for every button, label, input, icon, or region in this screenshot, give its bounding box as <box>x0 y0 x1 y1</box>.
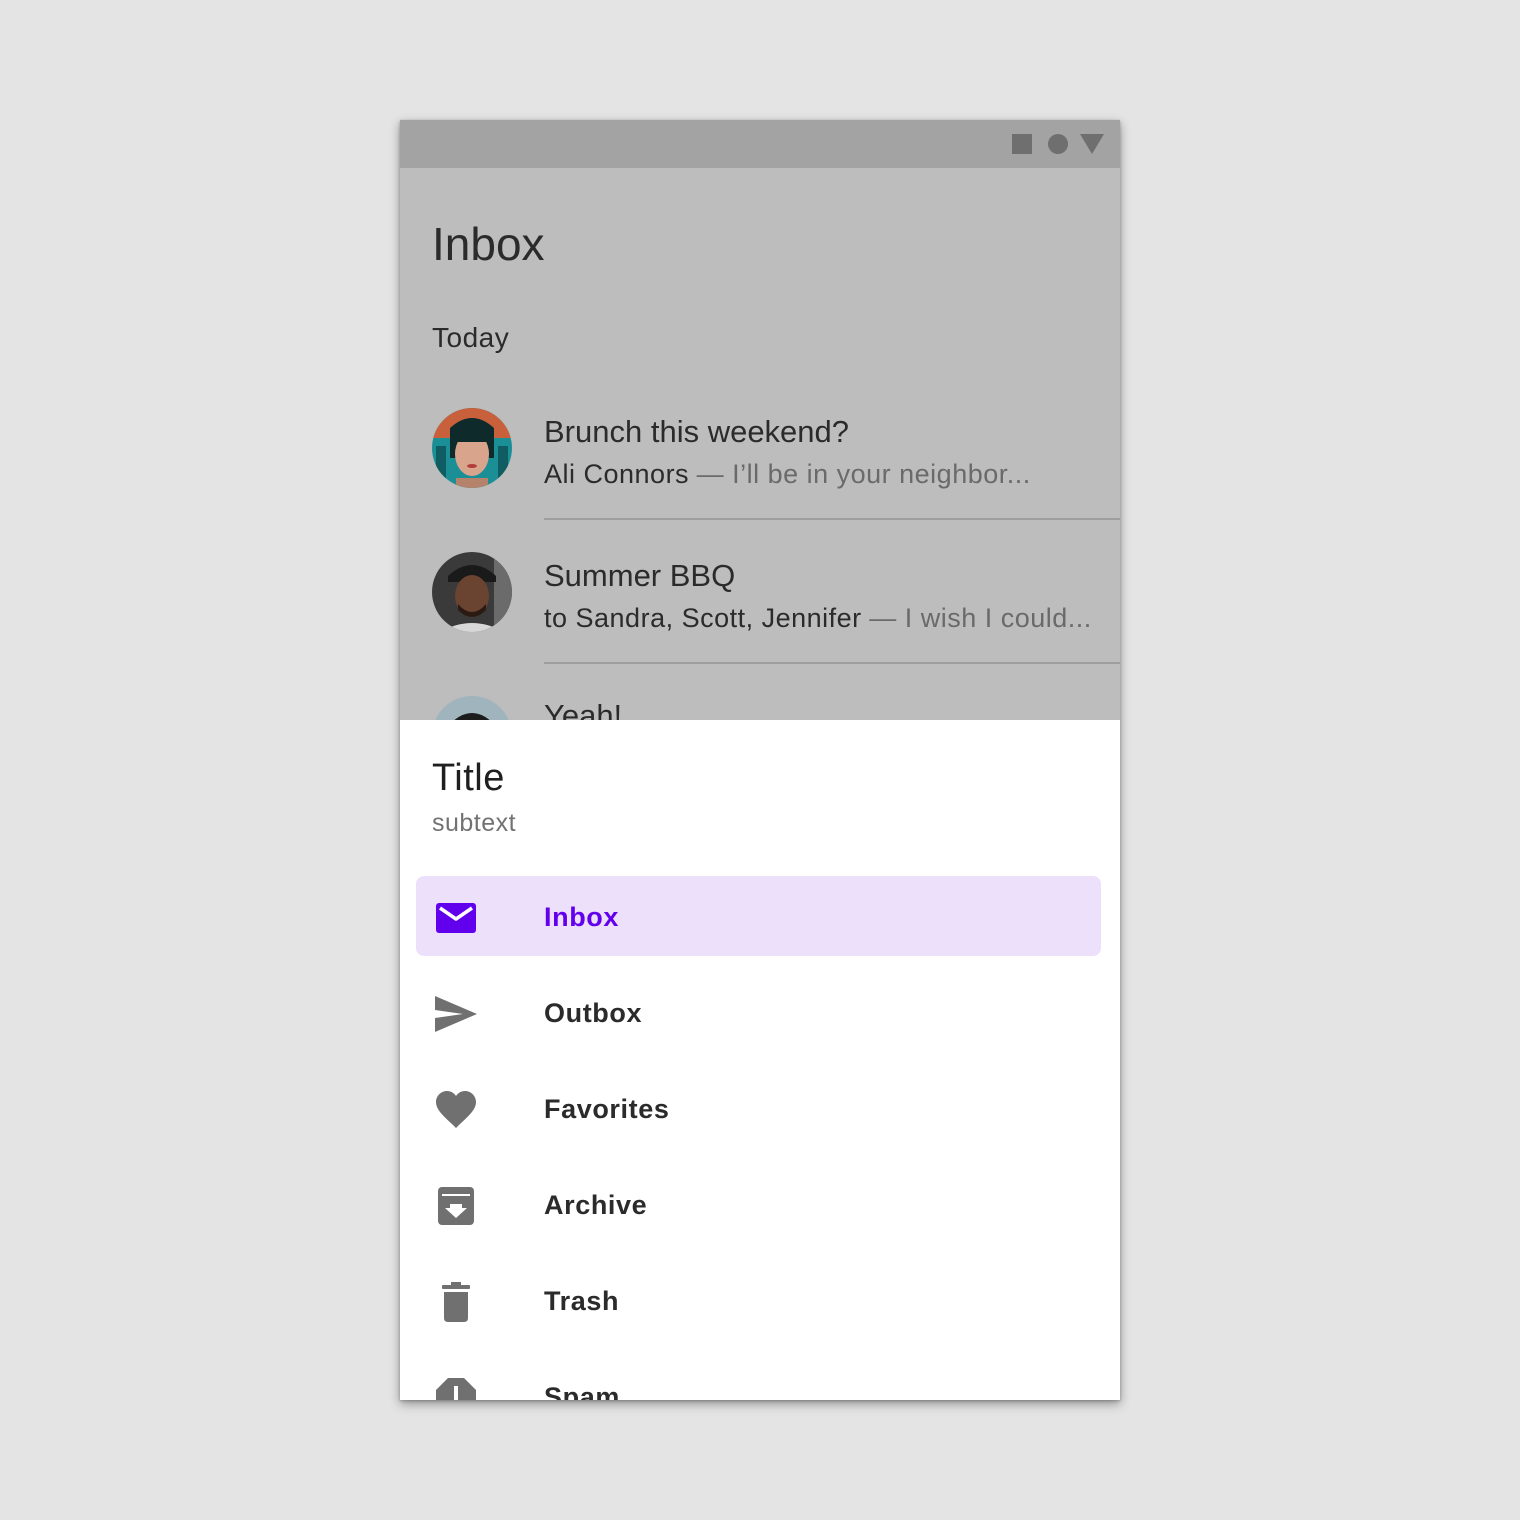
email-sender: Ali Connors <box>544 459 690 489</box>
email-preview: — I wish I could... <box>869 603 1092 633</box>
drawer-item-spam[interactable]: Spam <box>416 1356 1101 1400</box>
drawer-subtext: subtext <box>432 809 517 837</box>
drawer-item-archive[interactable]: Archive <box>416 1164 1101 1244</box>
phone-screen: Inbox Today Brunch this weekend? Ali Con… <box>400 120 1120 1400</box>
status-bar <box>400 120 1120 168</box>
drawer-item-trash[interactable]: Trash <box>416 1260 1101 1340</box>
avatar <box>432 552 512 632</box>
archive-icon <box>434 1184 478 1228</box>
drawer-item-label: Favorites <box>544 1094 670 1124</box>
spam-icon <box>434 1376 478 1400</box>
avatar <box>432 408 512 488</box>
drawer-item-label: Trash <box>544 1286 620 1316</box>
email-snippet: Ali Connors — I’ll be in your neighbor..… <box>544 456 1031 492</box>
heart-icon <box>434 1088 478 1132</box>
drawer-title: Title <box>432 757 505 799</box>
drawer-item-label: Outbox <box>544 998 643 1028</box>
drawer-item-outbox[interactable]: Outbox <box>416 972 1101 1052</box>
email-sender: to Sandra, Scott, Jennifer <box>544 603 862 633</box>
drawer-item-favorites[interactable]: Favorites <box>416 1068 1101 1148</box>
email-preview: — I’ll be in your neighbor... <box>696 459 1031 489</box>
mail-icon <box>434 896 478 940</box>
send-icon <box>434 992 478 1036</box>
email-subject: Summer BBQ <box>544 558 736 593</box>
drawer-item-label: Spam <box>544 1382 620 1400</box>
email-list-item[interactable]: Summer BBQ to Sandra, Scott, Jennifer — … <box>400 520 1120 664</box>
circle-icon <box>1048 134 1068 154</box>
triangle-icon <box>1080 134 1104 154</box>
drawer-item-label: Inbox <box>544 902 619 932</box>
bottom-navigation-drawer: Title subtext Inbox Outbox Favorites Arc… <box>400 720 1120 1400</box>
page-title: Inbox <box>432 218 545 270</box>
section-label-today: Today <box>432 322 510 353</box>
email-subject: Brunch this weekend? <box>544 414 850 449</box>
email-snippet: to Sandra, Scott, Jennifer — I wish I co… <box>544 600 1092 636</box>
email-list-item[interactable]: Brunch this weekend? Ali Connors — I’ll … <box>400 376 1120 520</box>
drawer-item-inbox[interactable]: Inbox <box>416 876 1101 956</box>
trash-icon <box>434 1280 478 1324</box>
drawer-item-label: Archive <box>544 1190 648 1220</box>
square-icon <box>1012 134 1032 154</box>
